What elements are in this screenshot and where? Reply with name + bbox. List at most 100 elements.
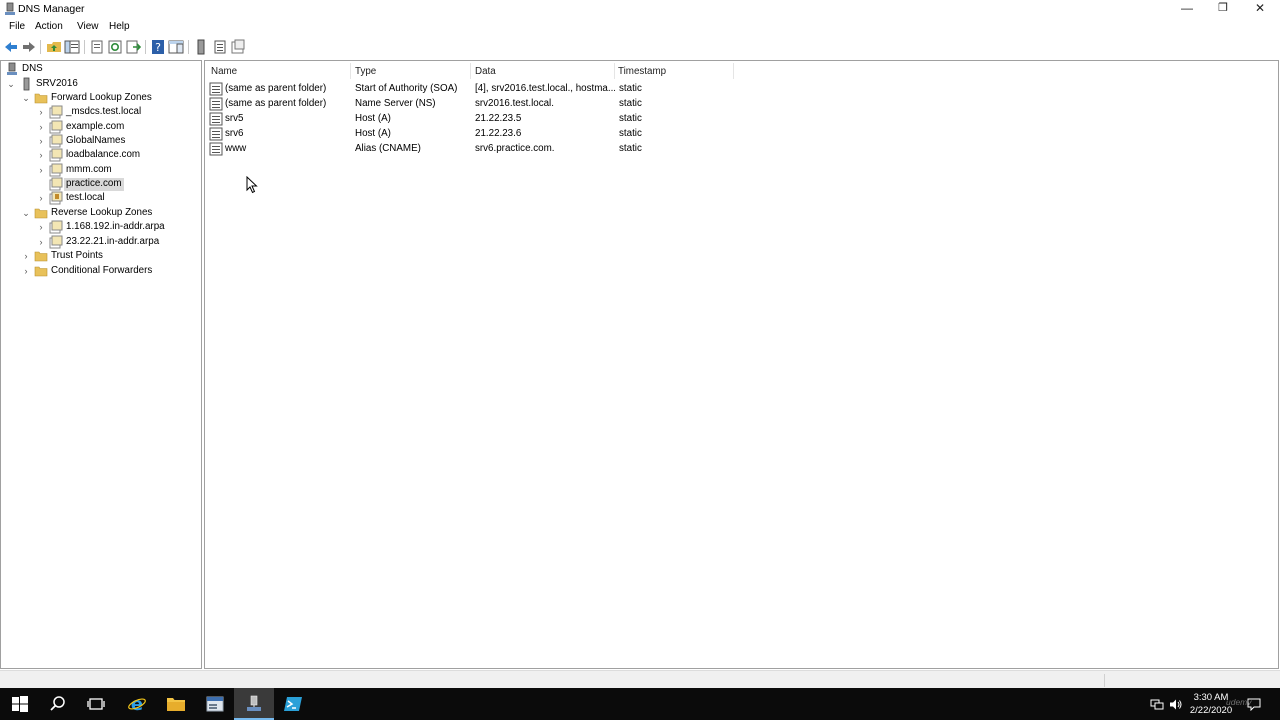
folder-icon — [34, 93, 48, 104]
tree-node-reverse-lookup-zones[interactable]: ⌄ Reverse Lookup Zones — [21, 206, 201, 220]
tree-node-dns[interactable]: DNS — [1, 62, 192, 76]
tree-label: GlobalNames — [66, 135, 126, 146]
search-button[interactable] — [38, 688, 78, 720]
chevron-right-icon[interactable]: › — [36, 148, 46, 162]
chevron-down-icon[interactable]: ⌄ — [21, 91, 31, 105]
record-icon — [209, 82, 223, 96]
dns-manager-taskbar-button[interactable] — [234, 688, 274, 720]
tree-node-zone[interactable]: › example.com — [36, 120, 201, 134]
server-icon[interactable] — [193, 39, 209, 55]
chevron-right-icon[interactable]: › — [36, 191, 46, 205]
record-type: Host (A) — [355, 113, 391, 124]
zone-icon — [49, 220, 63, 234]
record-row[interactable]: (same as parent folder) Name Server (NS)… — [209, 96, 729, 111]
toolbar-separator — [188, 40, 189, 54]
folder-icon — [34, 266, 48, 277]
tree-node-conditional-forwarders[interactable]: › Conditional Forwarders — [21, 264, 201, 278]
menu-help[interactable]: Help — [109, 21, 130, 32]
show-action-pane-icon[interactable] — [168, 39, 184, 55]
record-list-icon[interactable] — [212, 39, 228, 55]
tree-label: _msdcs.test.local — [66, 106, 142, 117]
record-data: srv2016.test.local. — [475, 98, 554, 109]
dns-icon — [247, 695, 261, 711]
record-name: srv6 — [225, 128, 244, 139]
tree-node-zone[interactable]: › GlobalNames — [36, 134, 201, 148]
start-button[interactable] — [0, 688, 40, 720]
zone-icon — [49, 134, 63, 148]
tree-node-zone[interactable]: › test.local — [36, 191, 201, 205]
tree-label: Reverse Lookup Zones — [51, 207, 153, 218]
tree-node-reverse-zone[interactable]: › 1.168.192.in-addr.arpa — [36, 220, 201, 234]
tree-node-server[interactable]: ⌄ SRV2016 — [6, 77, 196, 91]
server-manager-button[interactable] — [195, 688, 235, 720]
tree-node-reverse-zone[interactable]: › 23.22.21.in-addr.arpa — [36, 235, 201, 249]
svg-text:e: e — [131, 694, 143, 714]
menu-view[interactable]: View — [77, 21, 99, 32]
internet-explorer-button[interactable]: e — [117, 688, 157, 720]
column-divider[interactable] — [350, 63, 351, 79]
tree-node-zone[interactable]: › loadbalance.com — [36, 148, 201, 162]
column-header-name[interactable]: Name — [211, 66, 237, 77]
tree-node-trust-points[interactable]: › Trust Points — [21, 249, 201, 263]
zone-icon — [49, 120, 63, 134]
toolbar-separator — [84, 40, 85, 54]
column-header-timestamp[interactable]: Timestamp — [618, 66, 666, 77]
zone-icon[interactable] — [230, 39, 246, 55]
column-divider[interactable] — [470, 63, 471, 79]
chevron-down-icon[interactable]: ⌄ — [6, 77, 16, 91]
column-divider[interactable] — [614, 63, 615, 79]
help-icon[interactable]: ? — [150, 39, 166, 55]
close-button[interactable]: ✕ — [1241, 0, 1279, 18]
chevron-right-icon[interactable]: › — [36, 120, 46, 134]
chevron-right-icon[interactable]: › — [36, 163, 46, 177]
tree-label: practice.com — [64, 178, 124, 191]
zone-icon — [49, 191, 63, 205]
menu-file[interactable]: File — [9, 21, 25, 32]
column-divider[interactable] — [733, 63, 734, 79]
file-explorer-button[interactable] — [156, 688, 196, 720]
tree-node-zone[interactable]: › mmm.com — [36, 163, 201, 177]
record-row[interactable]: srv6 Host (A) 21.22.23.6 static — [209, 126, 729, 141]
record-timestamp: static — [619, 98, 642, 109]
chevron-right-icon[interactable]: › — [36, 134, 46, 148]
show-hide-tree-icon[interactable] — [64, 39, 80, 55]
maximize-button[interactable]: ❐ — [1204, 0, 1242, 18]
record-type: Start of Authority (SOA) — [355, 83, 458, 94]
record-type: Name Server (NS) — [355, 98, 436, 109]
back-arrow-icon[interactable] — [3, 39, 19, 55]
tree-node-forward-lookup-zones[interactable]: ⌄ Forward Lookup Zones — [21, 91, 201, 105]
chevron-down-icon[interactable]: ⌄ — [21, 206, 31, 220]
forward-arrow-icon[interactable] — [21, 39, 37, 55]
chevron-right-icon[interactable]: › — [36, 105, 46, 119]
column-header-data[interactable]: Data — [475, 66, 496, 77]
dns-manager-app: DNS Manager — ❐ ✕ File Action View Help … — [0, 0, 1280, 720]
record-name: srv5 — [225, 113, 244, 124]
minimize-button[interactable]: — — [1168, 0, 1206, 18]
record-row[interactable]: (same as parent folder) Start of Authori… — [209, 81, 729, 96]
chevron-right-icon[interactable]: › — [36, 220, 46, 234]
properties-icon[interactable] — [89, 39, 105, 55]
column-header-type[interactable]: Type — [355, 66, 376, 77]
svg-text:?: ? — [155, 41, 161, 54]
menu-action[interactable]: Action — [35, 21, 63, 32]
tree-node-zone[interactable]: › _msdcs.test.local — [36, 105, 201, 119]
record-data: srv6.practice.com. — [475, 143, 555, 154]
network-icon[interactable] — [1150, 698, 1164, 711]
refresh-icon[interactable] — [107, 39, 123, 55]
tree-label: SRV2016 — [36, 78, 78, 89]
toolbar-separator — [40, 40, 41, 54]
chevron-right-icon[interactable]: › — [21, 249, 31, 263]
chevron-right-icon[interactable]: › — [21, 264, 31, 278]
tree-node-zone-selected[interactable]: practice.com — [36, 177, 201, 191]
folder-icon — [34, 208, 48, 219]
volume-icon[interactable] — [1169, 698, 1183, 711]
up-folder-icon[interactable] — [46, 39, 62, 55]
record-icon — [209, 127, 223, 141]
chevron-right-icon[interactable]: › — [36, 235, 46, 249]
powershell-button[interactable] — [273, 688, 313, 720]
record-row[interactable]: srv5 Host (A) 21.22.23.5 static — [209, 111, 729, 126]
task-view-icon — [87, 698, 105, 710]
record-row[interactable]: www Alias (CNAME) srv6.practice.com. sta… — [209, 141, 729, 156]
export-list-icon[interactable] — [125, 39, 141, 55]
task-view-button[interactable] — [76, 688, 116, 720]
